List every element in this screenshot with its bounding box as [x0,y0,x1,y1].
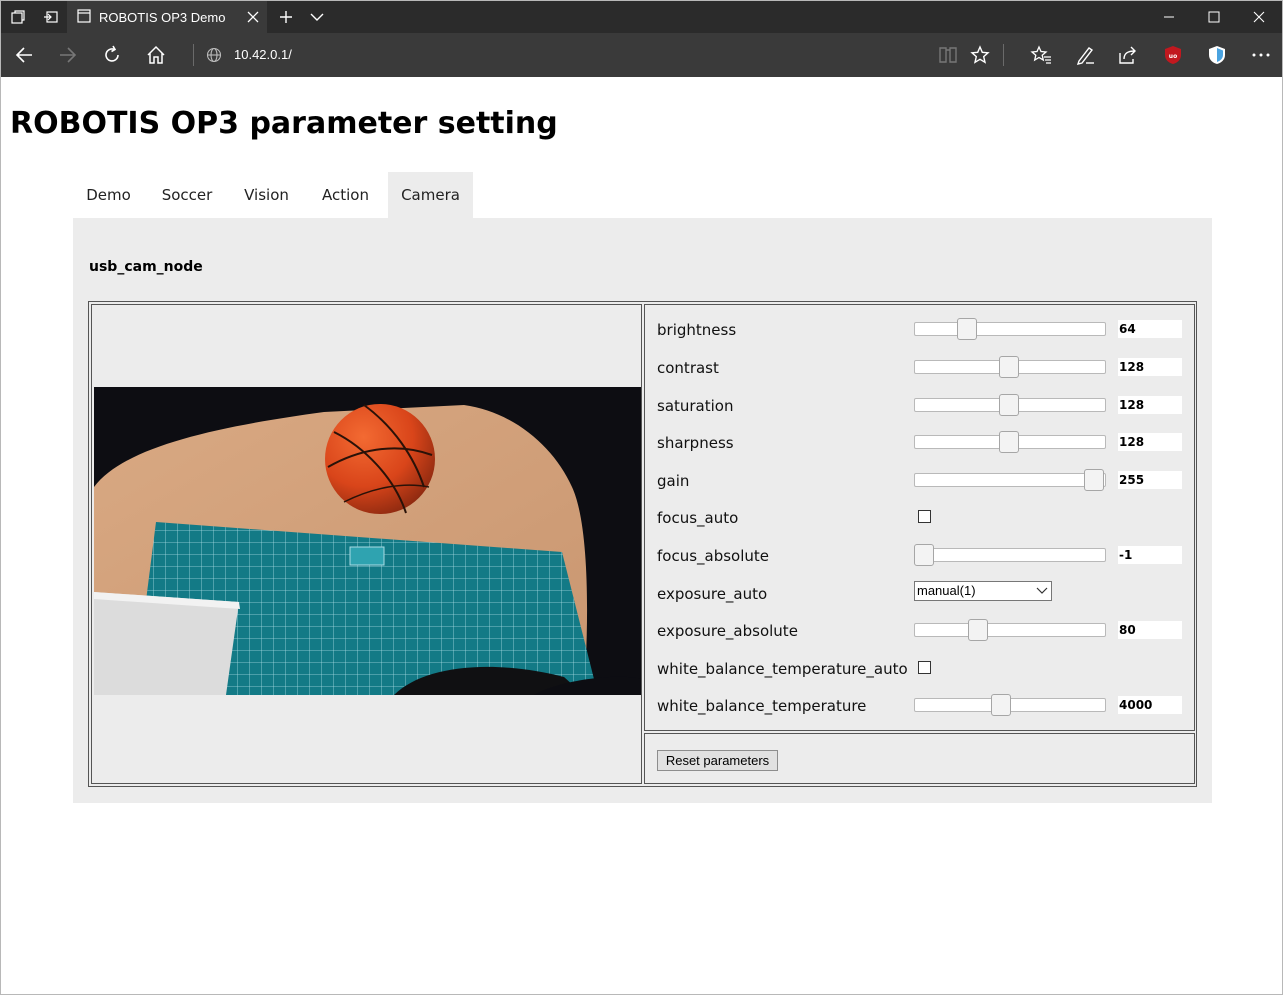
page-icon [77,8,91,27]
contrast-value[interactable]: 128 [1118,358,1182,376]
browser-toolbar: 10.42.0.1/ uo [1,33,1282,77]
address-bar[interactable]: 10.42.0.1/ [234,47,292,62]
globe-icon [194,33,234,77]
ublock-origin-icon[interactable]: uo [1151,33,1195,77]
white-balance-auto-checkbox[interactable] [918,661,931,674]
minimize-icon[interactable] [1146,1,1192,33]
favorite-star-icon[interactable] [958,33,1002,77]
tab-preview-chevron-icon[interactable] [300,1,333,33]
param-label: white_balance_temperature_auto [657,660,908,678]
browser-tab[interactable]: ROBOTIS OP3 Demo [67,1,267,33]
slider-thumb[interactable] [990,694,1011,716]
reset-parameters-button[interactable]: Reset parameters [657,750,778,771]
new-tab-icon[interactable] [269,1,302,33]
more-options-icon[interactable] [1239,33,1283,77]
slider-thumb[interactable] [914,544,934,566]
node-name: usb_cam_node [89,259,203,275]
shield-extension-icon[interactable] [1195,33,1239,77]
reset-cell: Reset parameters [644,733,1195,784]
back-icon[interactable] [2,33,46,77]
tab-manager-icon[interactable] [1,1,34,33]
brightness-slider[interactable] [914,318,1106,340]
tab-demo[interactable]: Demo [73,172,144,218]
forward-icon[interactable] [46,33,90,77]
slider-thumb[interactable] [999,431,1019,453]
slider-thumb[interactable] [999,356,1019,378]
contrast-slider[interactable] [914,356,1106,378]
maximize-icon[interactable] [1191,1,1237,33]
param-label: white_balance_temperature [657,697,867,715]
tab-camera[interactable]: Camera [388,172,473,218]
param-label: exposure_auto [657,585,768,603]
param-label: focus_auto [657,509,739,527]
close-window-icon[interactable] [1236,1,1282,33]
svg-text:uo: uo [1169,53,1177,60]
saturation-slider[interactable] [914,394,1106,416]
camera-stream-image [94,387,641,695]
page-title: ROBOTIS OP3 parameter setting [10,106,558,141]
tab-vision[interactable]: Vision [230,172,303,218]
parameters-cell: brightness 64 contrast 128 saturation 12… [644,304,1195,731]
param-row-focus-auto: focus_auto [645,501,1194,538]
home-icon[interactable] [134,33,178,77]
gain-value[interactable]: 255 [1118,471,1182,489]
param-row-contrast: contrast 128 [645,351,1194,388]
slider-thumb[interactable] [1084,469,1104,491]
param-row-white-balance-auto: white_balance_temperature_auto [645,652,1194,689]
param-row-saturation: saturation 128 [645,389,1194,426]
brightness-value[interactable]: 64 [1118,320,1182,338]
param-row-white-balance-temperature: white_balance_temperature 4000 [645,689,1194,726]
param-row-gain: gain 255 [645,464,1194,501]
param-label: contrast [657,359,719,377]
favorites-hub-icon[interactable] [1019,33,1063,77]
chevron-down-icon [1036,584,1048,598]
exposure-absolute-slider[interactable] [914,619,1106,641]
slider-thumb[interactable] [956,318,977,340]
tab-action[interactable]: Action [303,172,388,218]
focus-absolute-slider[interactable] [914,544,1106,566]
slider-thumb[interactable] [968,619,989,641]
white-balance-temperature-slider[interactable] [914,694,1106,716]
exposure-auto-select[interactable]: manual(1) [914,581,1052,601]
param-label: brightness [657,321,737,339]
param-row-exposure-auto: exposure_auto manual(1) [645,577,1194,614]
refresh-icon[interactable] [90,33,134,77]
settings-tabs: Demo Soccer Vision Action Camera [73,172,473,218]
slider-thumb[interactable] [999,394,1019,416]
camera-table: brightness 64 contrast 128 saturation 12… [88,301,1197,787]
toolbar-separator [1003,44,1004,66]
param-label: exposure_absolute [657,622,798,640]
param-row-sharpness: sharpness 128 [645,426,1194,463]
param-label: sharpness [657,434,734,452]
focus-auto-checkbox[interactable] [918,510,931,523]
gain-slider[interactable] [914,469,1106,491]
sharpness-slider[interactable] [914,431,1106,453]
camera-image-cell [91,304,642,784]
share-icon[interactable] [1106,33,1150,77]
exposure-absolute-value[interactable]: 80 [1118,621,1182,639]
tab-title: ROBOTIS OP3 Demo [99,9,226,25]
sharpness-value[interactable]: 128 [1118,433,1182,451]
white-balance-temperature-value[interactable]: 4000 [1118,696,1182,714]
focus-absolute-value[interactable]: -1 [1118,546,1182,564]
browser-titlebar: ROBOTIS OP3 Demo [1,1,1282,33]
select-value: manual(1) [917,583,976,598]
param-row-brightness: brightness 64 [645,313,1194,350]
close-tab-icon[interactable] [239,1,267,33]
web-note-pen-icon[interactable] [1063,33,1107,77]
param-label: gain [657,472,690,490]
camera-panel: usb_cam_node brightness 64 contrast 128 … [73,218,1212,803]
param-label: saturation [657,397,734,415]
param-row-focus-absolute: focus_absolute -1 [645,539,1194,576]
set-aside-tabs-icon[interactable] [34,1,67,33]
param-row-exposure-absolute: exposure_absolute 80 [645,614,1194,651]
saturation-value[interactable]: 128 [1118,396,1182,414]
tab-soccer[interactable]: Soccer [144,172,230,218]
param-label: focus_absolute [657,547,770,565]
